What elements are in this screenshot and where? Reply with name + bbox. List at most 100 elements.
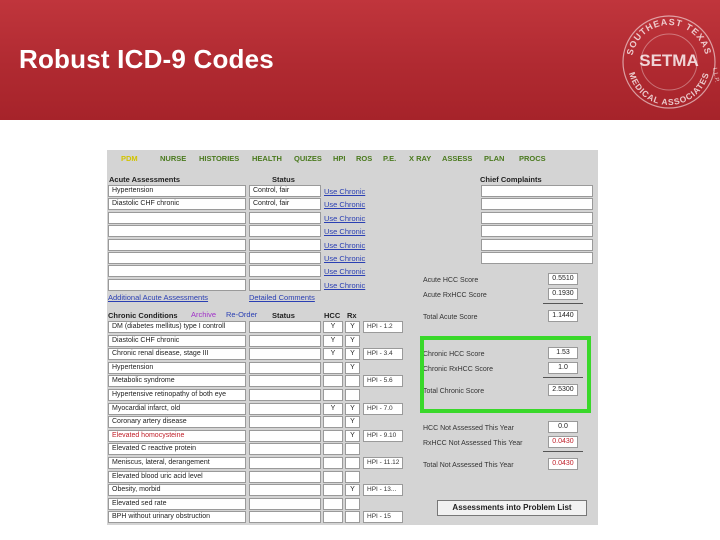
assessments-into-problem-list-button[interactable]: Assessments into Problem List: [437, 500, 587, 516]
hpi-code-button[interactable]: HPI - 3.4: [363, 348, 403, 360]
archive-link[interactable]: Archive: [191, 310, 216, 319]
acute-status-field[interactable]: [249, 252, 321, 264]
nav-nurse[interactable]: NURSE: [160, 154, 186, 163]
nav-ros[interactable]: ROS: [356, 154, 372, 163]
chronic-condition-field[interactable]: Meniscus, lateral, derangement: [108, 457, 246, 469]
rx-flag[interactable]: [345, 498, 360, 510]
use-chronic-link[interactable]: Use Chronic: [324, 227, 365, 236]
chronic-status-field[interactable]: [249, 321, 321, 333]
chief-complaint-field[interactable]: [481, 225, 593, 237]
chronic-status-field[interactable]: [249, 362, 321, 374]
chronic-condition-field[interactable]: Diastolic CHF chronic: [108, 335, 246, 347]
chronic-condition-field[interactable]: BPH without urinary obstruction: [108, 511, 246, 523]
nav-assess[interactable]: ASSESS: [442, 154, 472, 163]
nav-pdm[interactable]: PDM: [121, 154, 138, 163]
chronic-status-field[interactable]: [249, 430, 321, 442]
rx-flag[interactable]: Y: [345, 403, 360, 415]
acute-status-field[interactable]: [249, 265, 321, 277]
acute-assessment-field[interactable]: [108, 265, 246, 277]
use-chronic-link[interactable]: Use Chronic: [324, 200, 365, 209]
rx-flag[interactable]: [345, 511, 360, 523]
chronic-condition-field[interactable]: Chronic renal disease, stage III: [108, 348, 246, 360]
nav-histories[interactable]: HISTORIES: [199, 154, 239, 163]
chief-complaint-field[interactable]: [481, 252, 593, 264]
acute-assessment-field[interactable]: Hypertension: [108, 185, 246, 197]
detailed-comments-link[interactable]: Detailed Comments: [249, 293, 315, 302]
nav-plan[interactable]: PLAN: [484, 154, 504, 163]
nav-quizes[interactable]: QUIZES: [294, 154, 322, 163]
rx-flag[interactable]: Y: [345, 430, 360, 442]
chronic-status-field[interactable]: [249, 484, 321, 496]
chronic-condition-field[interactable]: Obesity, morbid: [108, 484, 246, 496]
chronic-status-field[interactable]: [249, 457, 321, 469]
chronic-status-field[interactable]: [249, 498, 321, 510]
reorder-link[interactable]: Re-Order: [226, 310, 257, 319]
acute-assessment-field[interactable]: Diastolic CHF chronic: [108, 198, 246, 210]
chronic-status-field[interactable]: [249, 375, 321, 387]
acute-status-field[interactable]: [249, 212, 321, 224]
chief-complaint-field[interactable]: [481, 198, 593, 210]
hcc-flag[interactable]: [323, 484, 343, 496]
hcc-flag[interactable]: [323, 471, 343, 483]
use-chronic-link[interactable]: Use Chronic: [324, 281, 365, 290]
rx-flag[interactable]: Y: [345, 416, 360, 428]
acute-status-field[interactable]: [249, 239, 321, 251]
use-chronic-link[interactable]: Use Chronic: [324, 187, 365, 196]
hcc-flag[interactable]: Y: [323, 335, 343, 347]
chronic-status-field[interactable]: [249, 348, 321, 360]
hcc-flag[interactable]: [323, 457, 343, 469]
acute-status-field[interactable]: [249, 279, 321, 291]
use-chronic-link[interactable]: Use Chronic: [324, 241, 365, 250]
rx-flag[interactable]: Y: [345, 362, 360, 374]
hcc-flag[interactable]: [323, 511, 343, 523]
acute-assessment-field[interactable]: [108, 212, 246, 224]
use-chronic-link[interactable]: Use Chronic: [324, 254, 365, 263]
chronic-condition-field[interactable]: Elevated sed rate: [108, 498, 246, 510]
hpi-code-button[interactable]: HPI - 15: [363, 511, 403, 523]
chronic-condition-field[interactable]: Hypertension: [108, 362, 246, 374]
chronic-status-field[interactable]: [249, 335, 321, 347]
acute-assessment-field[interactable]: [108, 225, 246, 237]
nav-xray[interactable]: X RAY: [409, 154, 431, 163]
hcc-flag[interactable]: [323, 430, 343, 442]
chief-complaint-field[interactable]: [481, 185, 593, 197]
acute-assessment-field[interactable]: [108, 279, 246, 291]
nav-procs[interactable]: PROCS: [519, 154, 546, 163]
chronic-condition-field[interactable]: Hypertensive retinopathy of both eye: [108, 389, 246, 401]
nav-health[interactable]: HEALTH: [252, 154, 282, 163]
chronic-status-field[interactable]: [249, 471, 321, 483]
rx-flag[interactable]: Y: [345, 335, 360, 347]
acute-status-field[interactable]: Control, fair: [249, 185, 321, 197]
chronic-condition-field[interactable]: DM (diabetes mellitus) type I controll: [108, 321, 246, 333]
rx-flag[interactable]: [345, 443, 360, 455]
hcc-flag[interactable]: [323, 389, 343, 401]
additional-acute-assessments-link[interactable]: Additional Acute Assessments: [108, 293, 208, 302]
rx-flag[interactable]: [345, 471, 360, 483]
hcc-flag[interactable]: Y: [323, 348, 343, 360]
chief-complaint-field[interactable]: [481, 239, 593, 251]
chronic-status-field[interactable]: [249, 443, 321, 455]
hcc-flag[interactable]: Y: [323, 321, 343, 333]
hpi-code-button[interactable]: HPI - 7.0: [363, 403, 403, 415]
chronic-condition-field[interactable]: Myocardial infarct, old: [108, 403, 246, 415]
chronic-status-field[interactable]: [249, 389, 321, 401]
acute-assessment-field[interactable]: [108, 239, 246, 251]
hpi-code-button[interactable]: HPI - 5.6: [363, 375, 403, 387]
chronic-status-field[interactable]: [249, 416, 321, 428]
hpi-code-button[interactable]: HPI - 9.10: [363, 430, 403, 442]
rx-flag[interactable]: [345, 375, 360, 387]
use-chronic-link[interactable]: Use Chronic: [324, 214, 365, 223]
hcc-flag[interactable]: [323, 443, 343, 455]
rx-flag[interactable]: Y: [345, 484, 360, 496]
hcc-flag[interactable]: [323, 498, 343, 510]
chief-complaint-field[interactable]: [481, 212, 593, 224]
chronic-condition-field[interactable]: Elevated C reactive protein: [108, 443, 246, 455]
acute-status-field[interactable]: Control, fair: [249, 198, 321, 210]
rx-flag[interactable]: [345, 389, 360, 401]
acute-status-field[interactable]: [249, 225, 321, 237]
chronic-condition-field[interactable]: Coronary artery disease: [108, 416, 246, 428]
chronic-condition-field[interactable]: Elevated blood uric acid level: [108, 471, 246, 483]
chronic-condition-field[interactable]: Metabolic syndrome: [108, 375, 246, 387]
use-chronic-link[interactable]: Use Chronic: [324, 267, 365, 276]
hcc-flag[interactable]: [323, 362, 343, 374]
